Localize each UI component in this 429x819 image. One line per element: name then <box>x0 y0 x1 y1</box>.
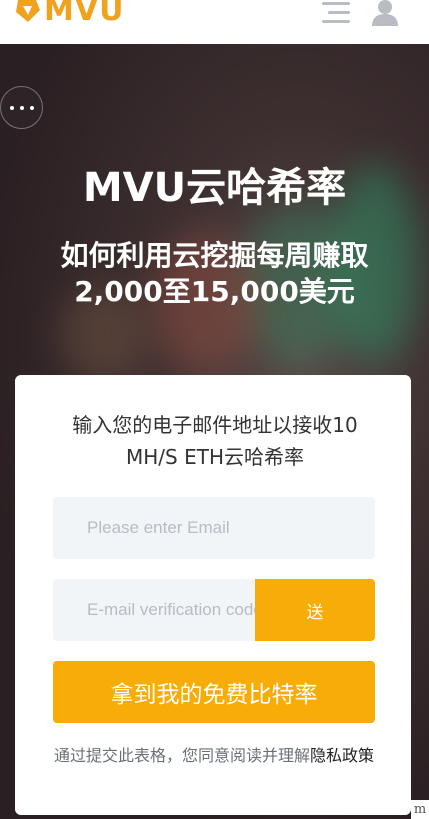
logo-mark-icon <box>16 0 40 22</box>
submit-button[interactable]: 拿到我的免费比特率 <box>53 661 375 723</box>
privacy-policy-link[interactable]: 隐私政策 <box>310 746 374 765</box>
hero-title: MVU云哈希率 <box>82 165 347 211</box>
top-bar: MVU <box>0 0 429 44</box>
hamburger-menu-icon[interactable] <box>318 0 350 26</box>
logo[interactable]: MVU <box>14 0 124 26</box>
send-code-button[interactable]: 送 <box>255 579 375 641</box>
more-dots-icon <box>9 105 14 110</box>
verification-code-input[interactable] <box>53 579 255 641</box>
hero-subtitle-line2: 2,000至15,000美元 <box>74 275 355 308</box>
agreement-text: 通过提交此表格，您同意阅读并理解隐私政策 <box>49 743 379 768</box>
corner-mark: m <box>411 800 429 819</box>
hero-subtitle-line1: 如何利用云挖掘每周赚取 <box>60 239 369 272</box>
user-icon[interactable] <box>370 0 400 28</box>
hero-subtitle: 如何利用云挖掘每周赚取 2,000至15,000美元 <box>0 238 429 310</box>
more-options-button[interactable] <box>0 86 43 129</box>
form-description: 输入您的电子邮件地址以接收10 MH/S ETH云哈希率 <box>72 413 358 469</box>
logo-text: MVU <box>44 0 125 28</box>
email-input[interactable] <box>53 497 375 559</box>
signup-card: 输入您的电子邮件地址以接收10 MH/S ETH云哈希率 送 拿到我的免费比特率… <box>15 375 411 815</box>
agreement-prefix: 通过提交此表格，您同意阅读并理解 <box>53 746 310 765</box>
